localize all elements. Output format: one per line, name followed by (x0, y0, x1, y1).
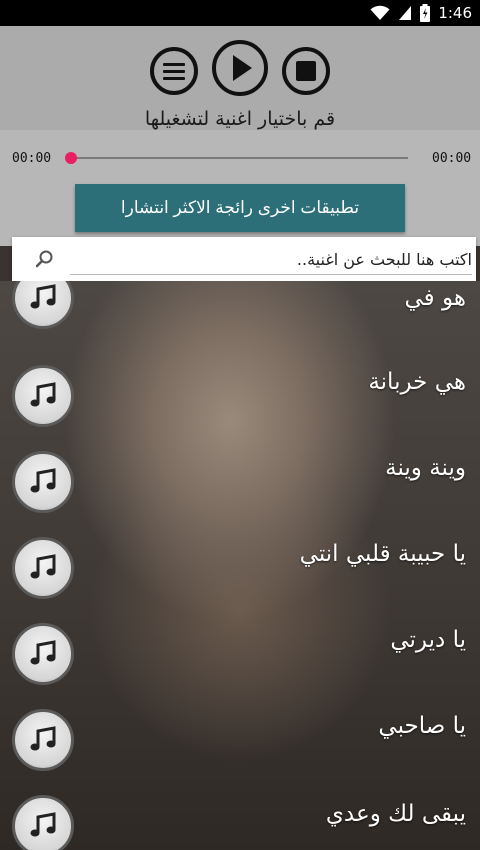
song-play-button[interactable] (12, 365, 74, 427)
music-note-icon (30, 382, 56, 407)
song-title: هي خربانة (368, 369, 466, 395)
music-note-icon (30, 640, 56, 665)
seek-bar[interactable] (70, 157, 408, 159)
song-play-button[interactable] (12, 281, 74, 329)
search-bar (12, 237, 476, 281)
list-item[interactable]: يا ديرتي (0, 599, 480, 685)
total-time: 00:00 (432, 151, 472, 166)
song-play-button[interactable] (12, 451, 74, 513)
battery-icon (420, 4, 431, 22)
wifi-icon (370, 5, 390, 20)
song-play-button[interactable] (12, 623, 74, 685)
status-time: 1:46 (438, 4, 472, 22)
song-title: يا صاحبي (378, 713, 466, 739)
stop-icon (296, 61, 316, 81)
song-title: هو في (404, 285, 467, 311)
music-note-icon (30, 554, 56, 579)
list-item[interactable]: يبقى لك وعدي (0, 771, 480, 850)
list-item[interactable]: هي خربانة (0, 341, 480, 427)
song-list: هو في هي خربانة وينة وينة يا حبيبة قلبي … (0, 281, 480, 850)
song-title: وينة وينة (385, 455, 466, 481)
other-apps-button[interactable]: تطبيقات اخرى رائجة الاكثر انتشارا (75, 184, 405, 232)
seek-thumb[interactable] (65, 152, 77, 164)
list-item[interactable]: وينة وينة (0, 427, 480, 513)
search-input[interactable] (70, 245, 472, 275)
status-bar: 1:46 (0, 0, 480, 26)
menu-button[interactable] (150, 47, 198, 95)
song-play-button[interactable] (12, 537, 74, 599)
song-title: يا حبيبة قلبي انتي (299, 541, 466, 567)
song-play-button[interactable] (12, 709, 74, 771)
stop-button[interactable] (282, 47, 330, 95)
player-hint: قم باختيار اغنية لتشغيلها (144, 108, 336, 130)
music-note-icon (30, 726, 56, 751)
music-note-icon (30, 284, 56, 309)
music-note-icon (30, 812, 56, 837)
list-item[interactable]: هو في (0, 281, 480, 341)
play-button[interactable] (212, 40, 268, 96)
song-title: يبقى لك وعدي (325, 801, 466, 827)
menu-icon (163, 59, 185, 84)
search-icon[interactable] (34, 249, 54, 269)
music-note-icon (30, 468, 56, 493)
list-item[interactable]: يا صاحبي (0, 685, 480, 771)
elapsed-time: 00:00 (12, 151, 52, 166)
play-icon (233, 55, 252, 81)
song-title: يا ديرتي (390, 627, 466, 653)
signal-icon (399, 6, 412, 20)
list-item[interactable]: يا حبيبة قلبي انتي (0, 513, 480, 599)
song-play-button[interactable] (12, 795, 74, 850)
